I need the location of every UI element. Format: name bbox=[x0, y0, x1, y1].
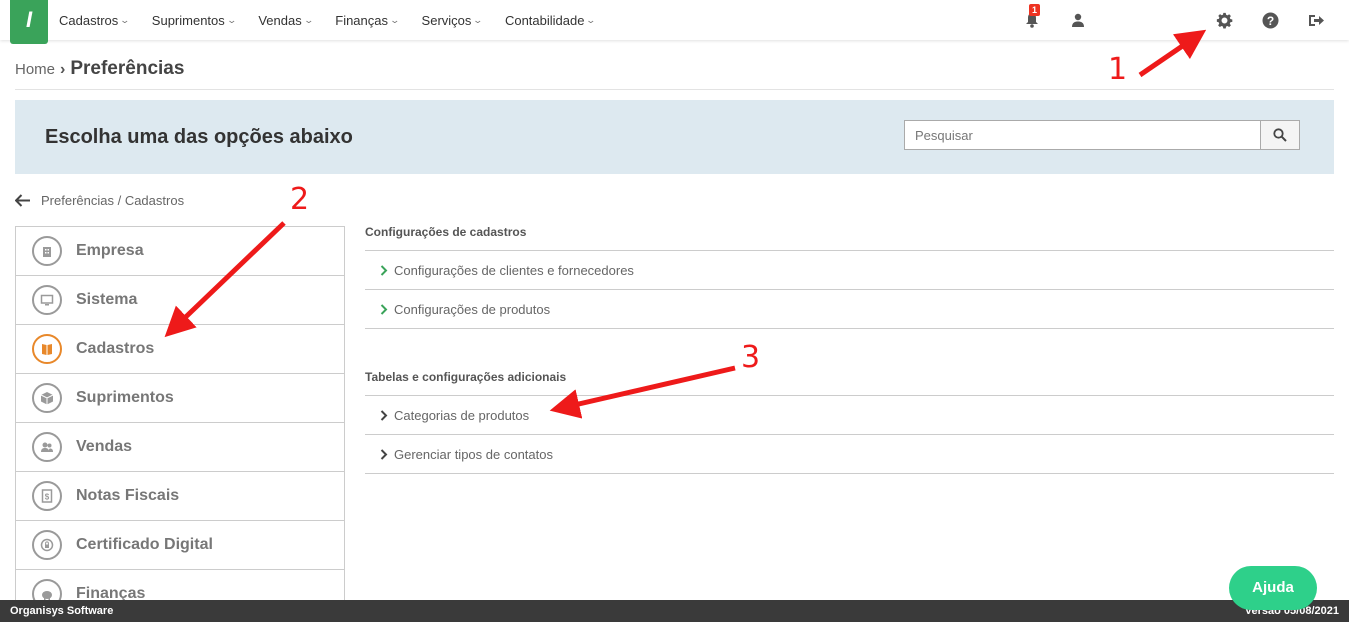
piggy-bank-icon bbox=[32, 579, 62, 600]
link-categorias-produtos[interactable]: Categorias de produtos bbox=[365, 396, 1334, 435]
annotation-number-2: 2 bbox=[290, 182, 310, 217]
section-title: Configurações de cadastros bbox=[365, 226, 1334, 251]
menu-financas[interactable]: Finanças ⌄ bbox=[335, 13, 401, 28]
chevron-right-icon bbox=[380, 264, 388, 276]
chevron-right-icon bbox=[380, 409, 388, 421]
footer: Organisys Software Versão 05/08/2021 bbox=[0, 600, 1349, 622]
sidebar-item-certificado-digital[interactable]: Certificado Digital bbox=[16, 521, 344, 570]
chevron-down-icon: ⌄ bbox=[303, 14, 314, 25]
gear-icon[interactable] bbox=[1214, 10, 1234, 30]
breadcrumb-home[interactable]: Home bbox=[15, 61, 55, 78]
chevron-down-icon: ⌄ bbox=[226, 14, 237, 25]
sidebar-item-cadastros[interactable]: Cadastros bbox=[16, 325, 344, 374]
menu-suprimentos[interactable]: Suprimentos ⌄ bbox=[152, 13, 237, 28]
receipt-icon: $ bbox=[32, 481, 62, 511]
menu-vendas[interactable]: Vendas ⌄ bbox=[258, 13, 314, 28]
annotation-number-3: 3 bbox=[741, 340, 761, 375]
menu-servicos[interactable]: Serviços ⌄ bbox=[422, 13, 484, 28]
preferences-sidebar: Empresa Sistema Cadastros Suprimentos Ve… bbox=[15, 226, 345, 600]
footer-company: Organisys Software bbox=[10, 605, 114, 617]
section-title: Tabelas e configurações adicionais bbox=[365, 371, 1334, 396]
user-icon[interactable] bbox=[1068, 10, 1088, 30]
sidebar-item-vendas[interactable]: Vendas bbox=[16, 423, 344, 472]
people-icon bbox=[32, 432, 62, 462]
top-navbar: I Cadastros ⌄ Suprimentos ⌄ Vendas ⌄ Finanç… bbox=[0, 0, 1349, 44]
app-logo[interactable]: I bbox=[10, 0, 48, 44]
search-input[interactable] bbox=[904, 120, 1261, 150]
svg-text:?: ? bbox=[1266, 13, 1273, 27]
svg-text:$: $ bbox=[45, 493, 50, 502]
building-icon bbox=[32, 236, 62, 266]
search-icon bbox=[1273, 128, 1287, 142]
annotation-arrow-1 bbox=[1138, 29, 1207, 78]
chevron-right-icon bbox=[380, 303, 388, 315]
link-gerenciar-tipos-contatos[interactable]: Gerenciar tipos de contatos bbox=[365, 435, 1334, 474]
link-configuracoes-produtos[interactable]: Configurações de produtos bbox=[365, 290, 1334, 329]
main-menu: Cadastros ⌄ Suprimentos ⌄ Vendas ⌄ Finanças… bbox=[59, 0, 618, 40]
chevron-down-icon: ⌄ bbox=[389, 14, 401, 25]
monitor-icon bbox=[32, 285, 62, 315]
sidebar-item-notas-fiscais[interactable]: $ Notas Fiscais bbox=[16, 472, 344, 521]
book-icon bbox=[32, 334, 62, 364]
chevron-right-icon: › bbox=[60, 61, 66, 78]
page-title: Preferências bbox=[70, 58, 185, 79]
help-icon[interactable]: ? bbox=[1260, 10, 1280, 30]
help-button[interactable]: Ajuda bbox=[1229, 566, 1317, 610]
options-header: Escolha uma das opções abaixo bbox=[15, 100, 1334, 174]
back-navigation[interactable]: Preferências / Cadastros bbox=[15, 193, 184, 208]
sidebar-item-suprimentos[interactable]: Suprimentos bbox=[16, 374, 344, 423]
link-configuracoes-clientes-fornecedores[interactable]: Configurações de clientes e fornecedores bbox=[365, 251, 1334, 290]
menu-cadastros[interactable]: Cadastros ⌄ bbox=[59, 13, 131, 28]
chevron-down-icon: ⌄ bbox=[472, 14, 484, 25]
certificate-icon bbox=[32, 530, 62, 560]
chevron-down-icon: ⌄ bbox=[585, 14, 597, 25]
divider bbox=[15, 89, 1334, 90]
options-title: Escolha uma das opções abaixo bbox=[45, 126, 353, 148]
breadcrumb: Home › Preferências bbox=[15, 58, 184, 80]
sidebar-item-sistema[interactable]: Sistema bbox=[16, 276, 344, 325]
arrow-left-icon bbox=[15, 194, 30, 207]
chevron-right-icon bbox=[380, 448, 388, 460]
settings-content: Configurações de cadastros Configurações… bbox=[365, 226, 1334, 474]
chevron-down-icon: ⌄ bbox=[119, 14, 131, 25]
annotation-number-1: 1 bbox=[1108, 52, 1128, 87]
notification-badge: 1 bbox=[1029, 4, 1041, 16]
logout-icon[interactable] bbox=[1306, 10, 1326, 30]
box-icon bbox=[32, 383, 62, 413]
sidebar-item-empresa[interactable]: Empresa bbox=[16, 227, 344, 276]
back-label: Preferências / Cadastros bbox=[41, 193, 185, 208]
sidebar-item-financas[interactable]: Finanças bbox=[16, 570, 344, 600]
search-button[interactable] bbox=[1260, 120, 1300, 150]
menu-contabilidade[interactable]: Contabilidade ⌄ bbox=[505, 13, 597, 28]
